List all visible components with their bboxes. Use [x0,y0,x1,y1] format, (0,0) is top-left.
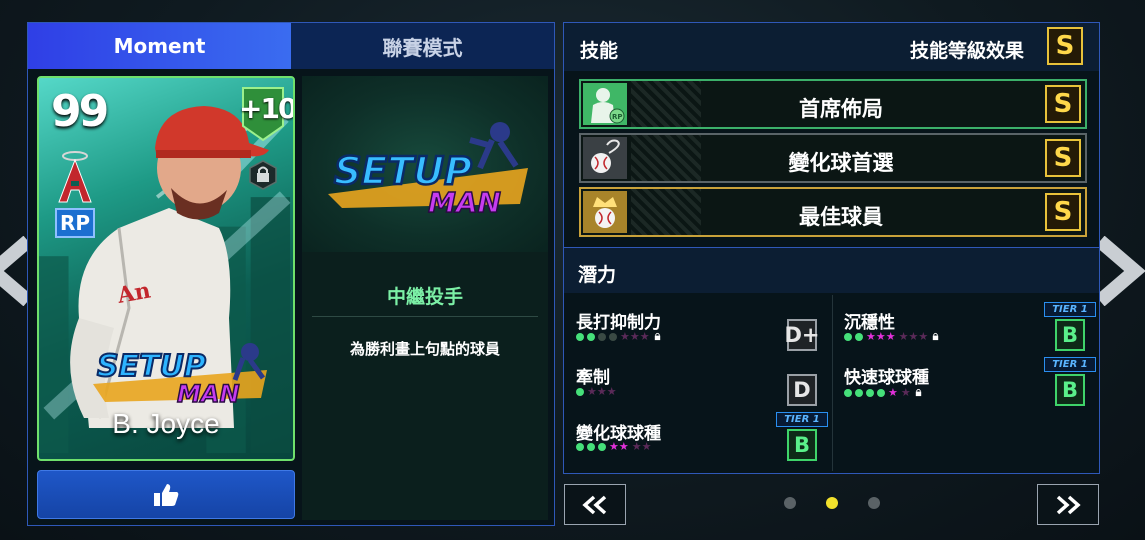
tier-badge: TIER 1 [1044,357,1096,372]
setup-man-banner-logo: SETUP MAN [328,122,528,220]
divider [312,316,538,317]
potential-title: 潛力 [578,264,617,286]
skill-banner: SETUP MAN [302,76,548,252]
skill-name: 變化球首選 [788,151,894,175]
banner-text-bottom: MAN [428,186,501,219]
setup-man-card-logo: SETUP MAN [93,343,267,408]
lock-icon [249,160,277,190]
upgrade-level-text: +10 [239,92,295,125]
skill-level-effect-label: 技能等級效果 [910,40,1025,62]
tab-moment[interactable]: Moment [28,23,291,69]
skill-grade: S [1045,193,1081,231]
lock-icon [915,388,921,397]
skill-level-effect-grade[interactable]: S [1047,27,1083,65]
skills-header: 技能 技能等級效果 S [564,23,1099,71]
skill-name: 最佳球員 [799,205,883,229]
player-card[interactable]: An 99 +10 RP SETUP MAN B. Joyce [37,76,295,461]
thumbs-up-icon [154,483,179,506]
potential-dots: ★ ★ [844,387,923,398]
lock-icon [932,332,939,341]
skill-description: 為勝利畫上句點的球員 [349,340,500,358]
skill-info-panel: SETUP MAN 中繼投手 為勝利畫上句點的球員 [302,76,548,520]
skill-type-label: 中繼投手 [386,286,463,308]
page-indicator-dot[interactable] [784,497,796,509]
potential-grade[interactable]: B [1055,319,1085,351]
skill-grade: S [1045,85,1081,123]
potential-grade[interactable]: D+ [784,319,820,351]
potential-dots: ★★★ ★★★ [844,331,940,342]
card-detail-panel: Moment 聯賽模式 An 99 +10 RP SETUP MAN B. Jo… [27,22,555,526]
team-logo-icon [58,151,92,203]
potential-grade[interactable]: B [787,429,817,461]
potential-dots: ★★★ [576,331,662,342]
rp-player-icon: RP [583,83,627,125]
tab-league-mode[interactable]: 聯賽模式 [291,23,554,69]
card-logo-text-bottom: MAN [177,380,240,408]
potential-grade[interactable]: B [1055,374,1085,406]
skill-grade: S [1045,139,1081,177]
crown-ball-icon [583,191,627,233]
double-chevron-left-icon [582,495,607,514]
skill-row[interactable]: RP 首席佈局 S [579,79,1087,129]
tier-badge: TIER 1 [776,412,828,427]
svg-text:RP: RP [612,113,623,121]
skills-panel: 技能 技能等級效果 S RP 首席佈局 S 變化球首選 S 最佳球員 S 潛力 … [563,22,1100,474]
skill-row[interactable]: 最佳球員 S [579,187,1087,237]
card-logo-text-top: SETUP [97,349,206,384]
skills-title: 技能 [580,40,619,62]
potential-dots: ★★ ★★ [576,441,651,452]
potential-name: 快速球球種 [844,368,929,388]
position-badge: RP [55,208,95,238]
prev-page-button[interactable] [564,484,626,525]
potential-dots: ★★★ [576,386,617,397]
like-button[interactable] [37,470,295,519]
skill-name: 首席佈局 [799,97,883,121]
page-indicator-dot[interactable] [868,497,880,509]
lock-icon [654,332,660,341]
page-indicator-dot-active[interactable] [826,497,838,509]
divider [832,295,833,471]
potential-grade[interactable]: D [787,374,817,406]
double-chevron-right-icon [1056,495,1081,514]
next-page-button[interactable] [1037,484,1099,525]
player-rating: 99 [51,86,109,137]
skill-row[interactable]: 變化球首選 S [579,133,1087,183]
potential-header: 潛力 [564,247,1099,293]
player-name: B. Joyce [112,408,220,439]
tab-bar: Moment 聯賽模式 [28,23,554,69]
curveball-icon [583,137,627,179]
tier-badge: TIER 1 [1044,302,1096,317]
